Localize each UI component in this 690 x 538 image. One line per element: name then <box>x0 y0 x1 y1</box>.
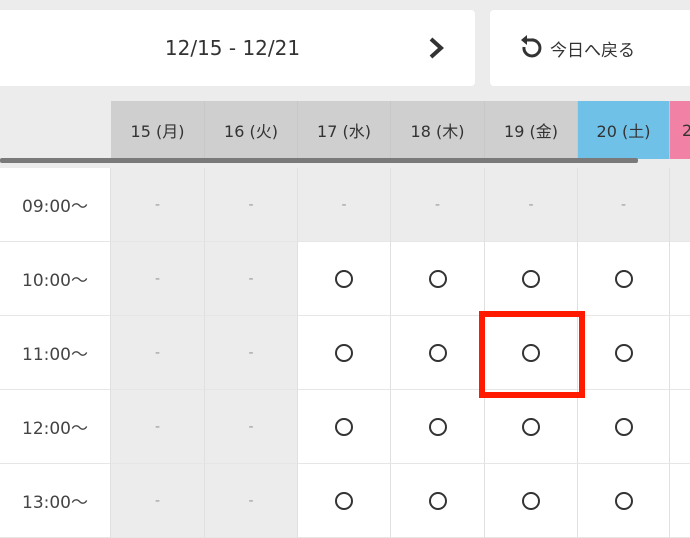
timeslot-row-1200: 12:00〜 - - <box>0 390 690 464</box>
slot-unavailable: - <box>485 168 578 242</box>
day-header-16: 16 (火) <box>205 101 298 159</box>
timeslot-row-0900: 09:00〜 - - - - - - <box>0 168 690 242</box>
available-circle-icon <box>428 491 447 510</box>
slot-unavailable: - <box>205 168 298 242</box>
available-circle-icon <box>335 417 353 436</box>
next-week-button[interactable] <box>423 33 449 63</box>
available-circle-icon <box>522 491 540 510</box>
slot-available[interactable] <box>578 316 670 390</box>
available-circle-icon <box>614 417 633 436</box>
day-header-21-sunday: 2 <box>670 101 690 159</box>
timeslot-row-1000: 10:00〜 - - <box>0 242 690 316</box>
slot-unavailable: - <box>205 390 298 464</box>
day-header-17: 17 (水) <box>298 101 391 159</box>
day-header-18: 18 (木) <box>391 101 485 159</box>
slot-unavailable: - <box>111 242 205 316</box>
slot-available[interactable] <box>391 390 485 464</box>
slot-unavailable: - <box>205 316 298 390</box>
slot-available[interactable] <box>391 464 485 538</box>
available-circle-icon <box>522 343 540 362</box>
slot-available[interactable] <box>578 390 670 464</box>
slot-unavailable: - <box>111 168 205 242</box>
available-circle-icon <box>335 343 353 362</box>
slot-available[interactable] <box>298 390 391 464</box>
undo-arrow-icon <box>518 35 544 61</box>
available-circle-icon <box>335 269 353 288</box>
time-label: 11:00〜 <box>0 316 111 390</box>
day-header-20-saturday: 20 (土) <box>578 101 670 159</box>
available-circle-icon <box>614 269 633 288</box>
time-label: 09:00〜 <box>0 168 111 242</box>
time-label: 10:00〜 <box>0 242 111 316</box>
sunday-column-cell <box>670 242 690 316</box>
sunday-column-cell <box>670 390 690 464</box>
timeslot-row-1100: 11:00〜 - - <box>0 316 690 390</box>
slot-available[interactable] <box>298 464 391 538</box>
slot-unavailable: - <box>205 242 298 316</box>
available-circle-icon <box>335 491 353 510</box>
slot-available[interactable] <box>578 464 670 538</box>
day-header-15: 15 (月) <box>111 101 205 159</box>
chevron-right-icon <box>429 37 444 59</box>
slot-unavailable: - <box>111 390 205 464</box>
time-label: 12:00〜 <box>0 390 111 464</box>
slot-available[interactable] <box>485 464 578 538</box>
slot-unavailable: - <box>111 464 205 538</box>
slot-unavailable: - <box>578 168 670 242</box>
slot-unavailable: - <box>205 464 298 538</box>
slot-available[interactable] <box>391 242 485 316</box>
slot-available[interactable] <box>578 242 670 316</box>
slot-available[interactable] <box>298 316 391 390</box>
slot-available[interactable] <box>485 242 578 316</box>
back-to-today-button[interactable]: 今日へ戻る <box>490 10 690 86</box>
slot-available[interactable] <box>298 242 391 316</box>
slot-unavailable: - <box>298 168 391 242</box>
back-to-today-label: 今日へ戻る <box>550 40 635 61</box>
time-label: 13:00〜 <box>0 464 111 538</box>
available-circle-icon <box>428 343 447 362</box>
available-circle-icon <box>614 343 633 362</box>
slot-available[interactable] <box>485 390 578 464</box>
timeslot-row-1300: 13:00〜 - - <box>0 464 690 538</box>
available-circle-icon <box>614 491 633 510</box>
slot-unavailable: - <box>111 316 205 390</box>
slot-available-selected[interactable] <box>485 316 578 390</box>
slot-unavailable: - <box>391 168 485 242</box>
day-header-19: 19 (金) <box>485 101 578 159</box>
available-circle-icon <box>522 417 540 436</box>
available-circle-icon <box>428 417 447 436</box>
week-navigator: 12/15 - 12/21 <box>0 10 475 86</box>
sunday-column-cell <box>670 168 690 242</box>
available-circle-icon <box>522 269 540 288</box>
available-circle-icon <box>428 269 447 288</box>
week-range-label: 12/15 - 12/21 <box>164 36 301 60</box>
sunday-column-cell <box>670 464 690 538</box>
slot-available[interactable] <box>391 316 485 390</box>
horizontal-scrollbar[interactable] <box>0 158 638 163</box>
sunday-column-cell <box>670 316 690 390</box>
